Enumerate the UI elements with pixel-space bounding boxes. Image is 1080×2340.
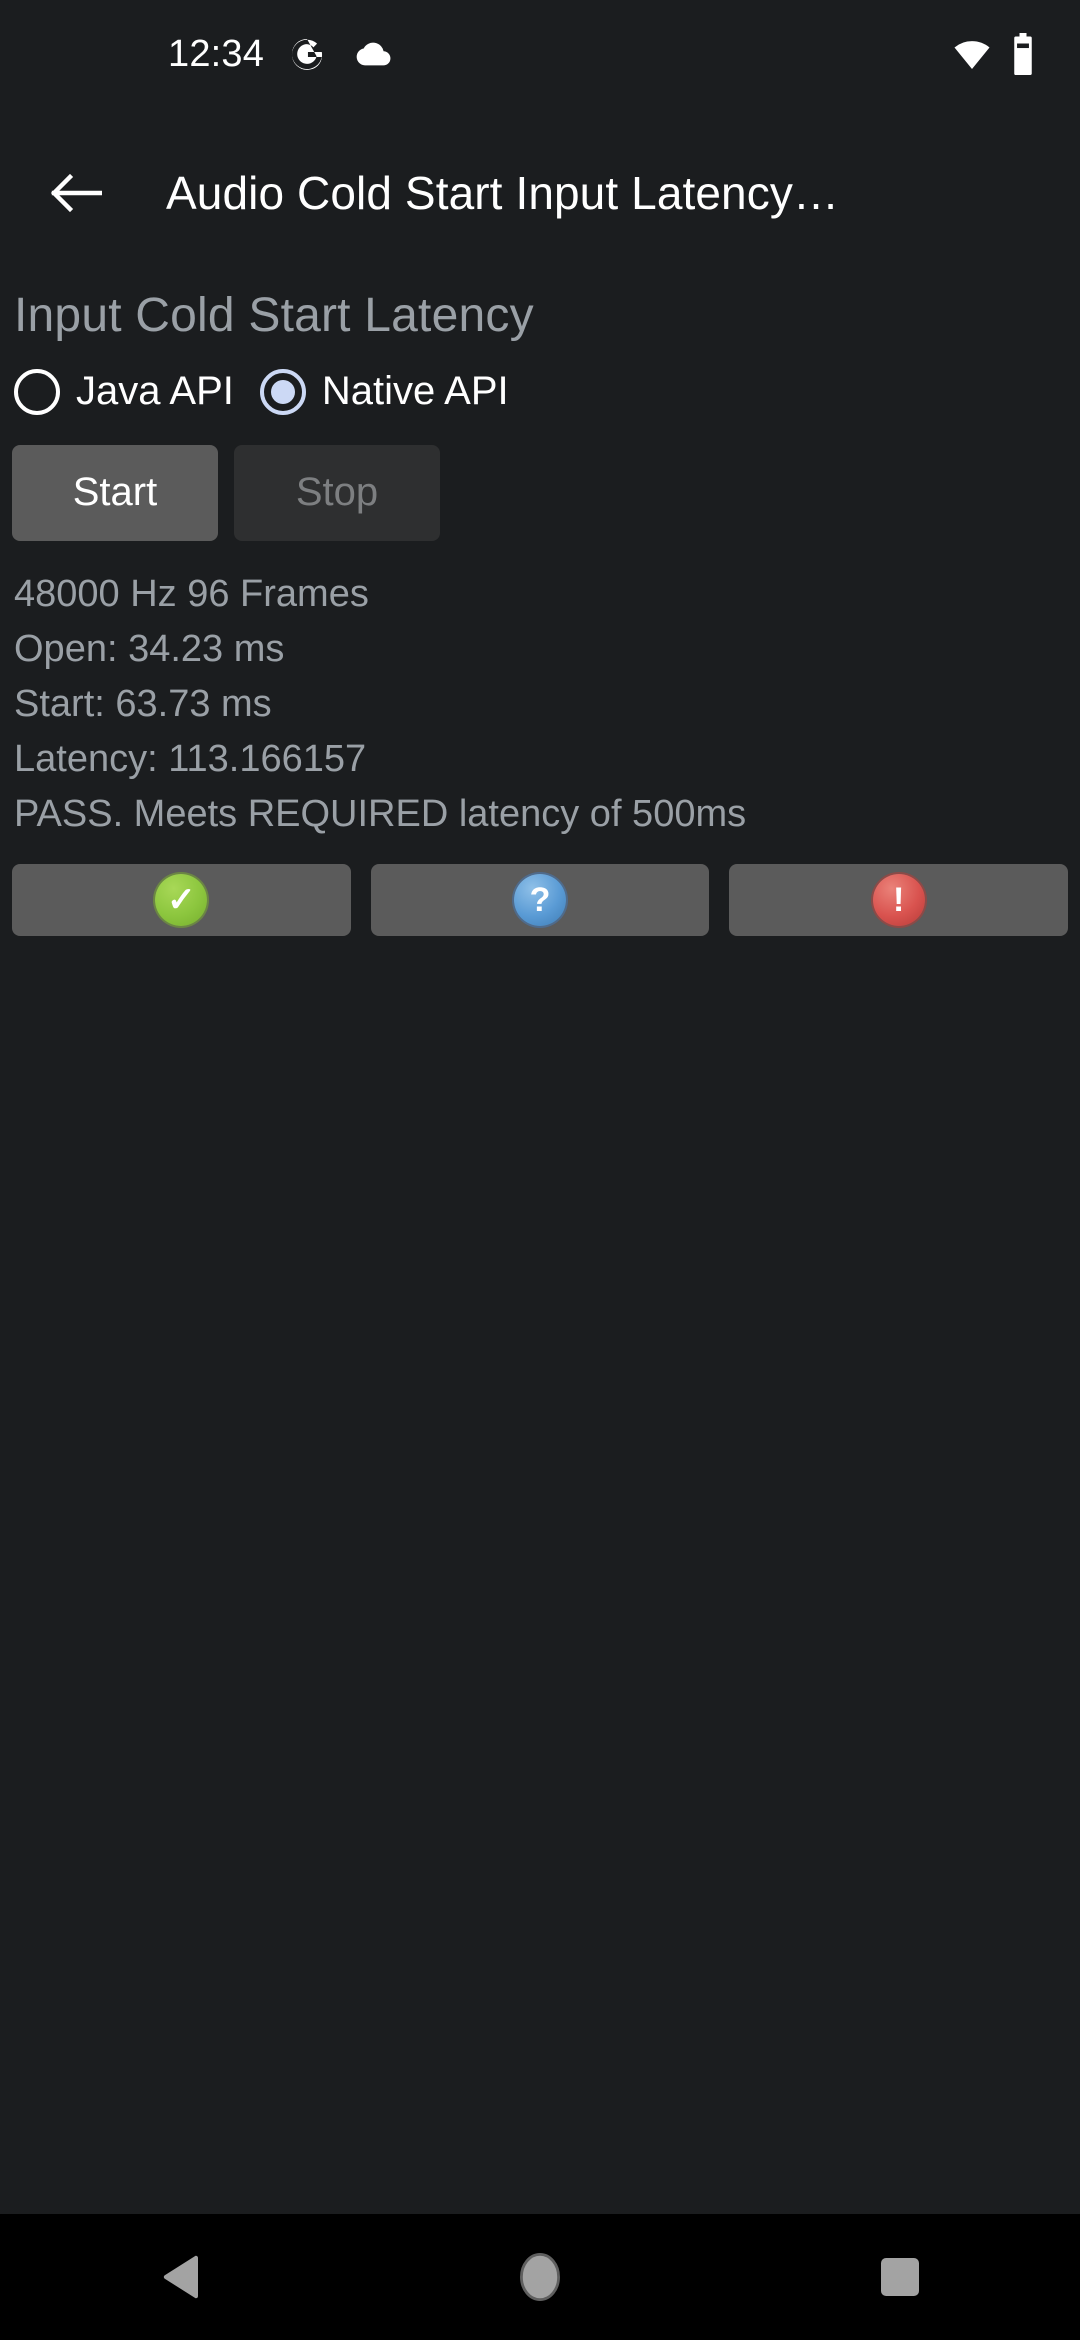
radio-label-native-api: Native API — [321, 369, 509, 414]
google-g-icon — [288, 35, 326, 73]
result-line-open: Open: 34.23 ms — [14, 627, 285, 670]
stop-button: Stop — [234, 444, 440, 541]
main-content: Input Cold Start Latency Java API Native… — [0, 278, 1080, 2214]
status-bar: 12:34 — [0, 0, 1080, 108]
info-glyph: ? — [529, 880, 551, 919]
battery-icon — [1010, 33, 1036, 75]
start-button[interactable]: Start — [12, 444, 218, 541]
radio-unchecked-icon — [14, 368, 60, 415]
fail-button[interactable]: ! — [729, 863, 1069, 936]
nav-back-button[interactable] — [0, 2214, 360, 2340]
pass-glyph: ✓ — [167, 880, 196, 919]
section-heading: Input Cold Start Latency — [14, 289, 534, 342]
result-line-format: 48000 Hz 96 Frames — [14, 572, 369, 615]
api-radio-group: Java API Native API — [12, 368, 1068, 415]
radio-option-native-api[interactable]: Native API — [259, 368, 509, 415]
exclamation-circle-icon: ! — [872, 873, 925, 926]
result-line-verdict: PASS. Meets REQUIRED latency of 500ms — [14, 792, 747, 835]
phone-screen: 12:34 Audio Cold Start Input Latency… In… — [0, 0, 1080, 2340]
pass-button[interactable]: ✓ — [12, 863, 351, 936]
wifi-icon — [952, 34, 992, 74]
fail-glyph: ! — [893, 880, 905, 919]
status-bar-right — [952, 0, 1036, 108]
results-block: 48000 Hz 96 Frames Open: 34.23 ms Start:… — [12, 567, 1068, 842]
nav-back-icon — [158, 2253, 202, 2301]
nav-home-icon — [518, 2252, 562, 2302]
back-arrow-icon — [50, 169, 102, 217]
transport-controls: Start Stop — [12, 444, 1068, 541]
nav-recents-icon — [881, 2258, 919, 2296]
info-button[interactable]: ? — [370, 863, 710, 936]
status-bar-left: 12:34 — [168, 0, 392, 108]
page-title: Audio Cold Start Input Latency… — [166, 167, 840, 219]
radio-option-java-api[interactable]: Java API — [14, 368, 234, 415]
radio-checked-icon — [259, 368, 306, 415]
check-circle-icon: ✓ — [155, 873, 208, 926]
nav-recents-button[interactable] — [720, 2214, 1080, 2340]
question-circle-icon: ? — [514, 873, 566, 926]
radio-label-java-api: Java API — [76, 369, 234, 414]
nav-home-button[interactable] — [360, 2214, 720, 2340]
back-button[interactable] — [28, 145, 124, 241]
cloud-icon — [350, 39, 392, 69]
result-line-latency: Latency: 113.166157 — [14, 737, 367, 780]
app-bar: Audio Cold Start Input Latency… — [0, 108, 1080, 278]
system-navigation-bar — [0, 2214, 1080, 2340]
result-line-start: Start: 63.73 ms — [14, 682, 272, 725]
verdict-button-row: ✓ ? ! — [12, 863, 1069, 936]
status-clock: 12:34 — [168, 33, 265, 75]
